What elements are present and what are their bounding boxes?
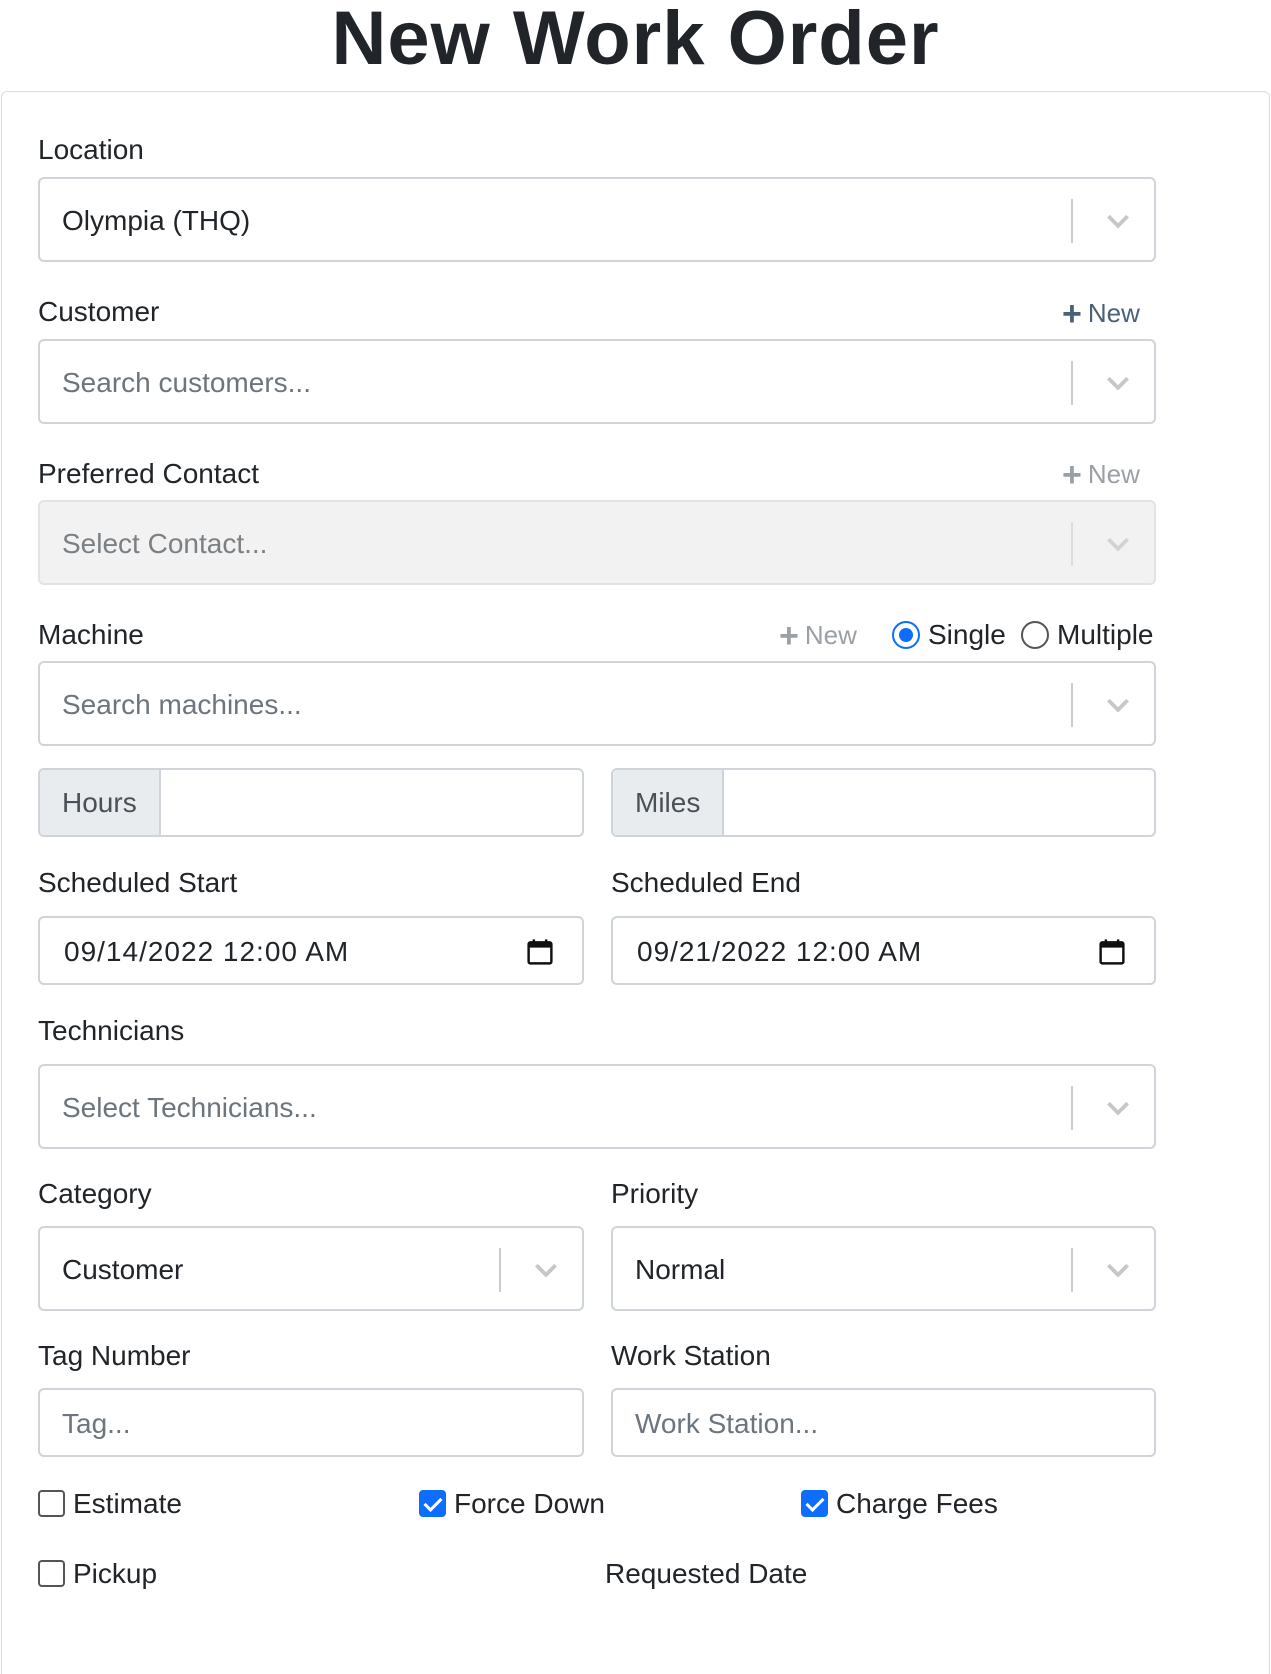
hours-input[interactable]: Hours <box>38 768 584 837</box>
category-value: Customer <box>62 1254 184 1285</box>
machine-mode-single[interactable]: Single <box>892 619 1006 651</box>
scheduled-end-input[interactable]: 09/21/2022 12:00 AM <box>611 916 1156 985</box>
machine-placeholder: Search machines... <box>62 689 302 720</box>
technicians-label: Technicians <box>38 1015 185 1046</box>
multiple-label: Multiple <box>1057 619 1154 650</box>
technicians-select[interactable]: Select Technicians... <box>38 1064 1156 1149</box>
tag-number-label: Tag Number <box>38 1340 191 1371</box>
force-down-checkbox-row[interactable]: Force Down <box>419 1488 605 1520</box>
select-separator <box>1071 361 1073 405</box>
scheduled-end-value: 09/21/2022 12:00 AM <box>637 936 923 967</box>
radio-single[interactable] <box>892 621 920 649</box>
plus-icon: + <box>1062 456 1082 494</box>
chevron-down-icon[interactable] <box>1102 205 1134 237</box>
chevron-down-icon[interactable] <box>1102 528 1134 560</box>
page: New Work Order Location Olympia (THQ) Cu… <box>0 0 1271 1674</box>
scheduled-start-value: 09/14/2022 12:00 AM <box>64 936 350 967</box>
category-select[interactable]: Customer <box>38 1226 584 1311</box>
charge-fees-checkbox[interactable] <box>801 1490 828 1517</box>
preferred-contact-placeholder: Select Contact... <box>62 528 268 559</box>
charge-fees-label: Charge Fees <box>836 1488 998 1519</box>
select-separator <box>1071 522 1073 566</box>
select-separator <box>1071 683 1073 727</box>
miles-input[interactable]: Miles <box>611 768 1156 837</box>
pickup-label: Pickup <box>73 1558 158 1589</box>
tag-number-input[interactable]: Tag... <box>38 1388 584 1457</box>
new-contact-button[interactable]: + New <box>1062 458 1140 492</box>
chevron-down-icon[interactable] <box>1102 1092 1134 1124</box>
machine-label: Machine <box>38 619 144 650</box>
chevron-down-icon[interactable] <box>530 1254 562 1286</box>
customer-placeholder: Search customers... <box>62 367 311 398</box>
new-customer-button[interactable]: + New <box>1062 297 1140 331</box>
category-label: Category <box>38 1178 152 1209</box>
machine-mode-multiple[interactable]: Multiple <box>1021 619 1153 651</box>
location-select[interactable]: Olympia (THQ) <box>38 177 1156 262</box>
pickup-checkbox[interactable] <box>38 1560 65 1587</box>
select-separator <box>1071 1248 1073 1292</box>
force-down-label: Force Down <box>454 1488 605 1519</box>
customer-label: Customer <box>38 296 160 327</box>
customer-select[interactable]: Search customers... <box>38 339 1156 424</box>
scheduled-start-input[interactable]: 09/14/2022 12:00 AM <box>38 916 584 985</box>
estimate-checkbox[interactable] <box>38 1490 65 1517</box>
location-label: Location <box>38 134 144 165</box>
work-station-placeholder: Work Station... <box>635 1408 819 1439</box>
requested-date-label: Requested Date <box>605 1558 808 1589</box>
select-separator <box>1071 1086 1073 1130</box>
scheduled-end-label: Scheduled End <box>611 867 801 898</box>
technicians-placeholder: Select Technicians... <box>62 1092 317 1123</box>
single-label: Single <box>928 619 1006 650</box>
scheduled-start-label: Scheduled Start <box>38 867 238 898</box>
work-order-form: Location Olympia (THQ) Customer + New Sea… <box>1 91 1270 1674</box>
work-station-label: Work Station <box>611 1340 771 1371</box>
hours-addon: Hours <box>40 770 161 835</box>
new-customer-label: New <box>1087 298 1140 328</box>
radio-multiple[interactable] <box>1021 621 1049 649</box>
tag-number-placeholder: Tag... <box>62 1408 131 1439</box>
priority-select[interactable]: Normal <box>611 1226 1156 1311</box>
new-machine-label: New <box>804 620 857 650</box>
machine-select[interactable]: Search machines... <box>38 661 1156 746</box>
chevron-down-icon[interactable] <box>1102 1254 1134 1286</box>
estimate-checkbox-row[interactable]: Estimate <box>38 1488 182 1520</box>
priority-value: Normal <box>635 1254 726 1285</box>
work-station-input[interactable]: Work Station... <box>611 1388 1156 1457</box>
select-separator <box>499 1248 501 1292</box>
new-contact-label: New <box>1087 459 1140 489</box>
new-machine-button[interactable]: + New <box>779 619 857 653</box>
charge-fees-checkbox-row[interactable]: Charge Fees <box>801 1488 998 1520</box>
priority-label: Priority <box>611 1178 699 1209</box>
chevron-down-icon[interactable] <box>1102 689 1134 721</box>
preferred-contact-select[interactable]: Select Contact... <box>38 500 1156 585</box>
calendar-icon[interactable] <box>1098 938 1126 966</box>
force-down-checkbox[interactable] <box>419 1490 446 1517</box>
plus-icon: + <box>1062 295 1082 333</box>
plus-icon: + <box>779 617 799 655</box>
estimate-label: Estimate <box>73 1488 182 1519</box>
pickup-checkbox-row[interactable]: Pickup <box>38 1558 157 1590</box>
location-value: Olympia (THQ) <box>62 205 251 236</box>
calendar-icon[interactable] <box>526 938 554 966</box>
chevron-down-icon[interactable] <box>1102 367 1134 399</box>
select-separator <box>1071 199 1073 243</box>
page-title: New Work Order <box>331 0 940 81</box>
preferred-contact-label: Preferred Contact <box>38 458 259 489</box>
miles-addon: Miles <box>613 770 725 835</box>
